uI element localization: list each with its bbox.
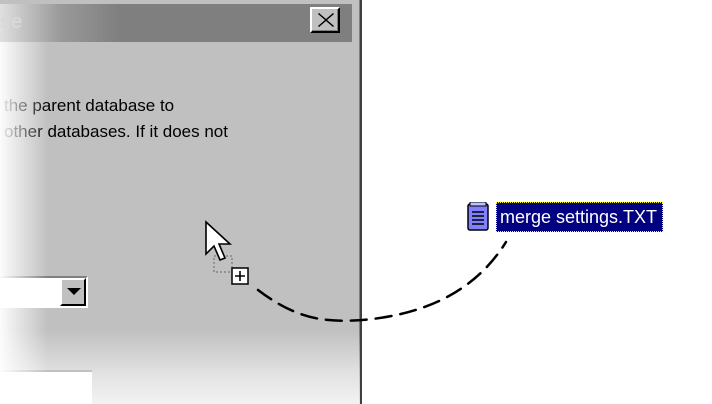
dialog-window: se the parent database to other database…: [0, 0, 362, 404]
dropdown-button[interactable]: [60, 278, 86, 306]
database-dropdown[interactable]: [0, 276, 88, 308]
dialog-description: the parent database to other databases. …: [0, 93, 345, 145]
text-file-icon: [467, 202, 489, 231]
close-button[interactable]: [310, 7, 340, 33]
description-line-2: other databases. If it does not: [4, 122, 228, 141]
dialog-title: se: [0, 11, 23, 33]
file-item[interactable]: merge settings.TXT: [466, 200, 664, 234]
arrow-copy-cursor-icon: [205, 220, 249, 285]
text-field[interactable]: [0, 370, 92, 404]
description-line-1: the parent database to: [4, 96, 175, 115]
dialog-titlebar[interactable]: se: [0, 4, 352, 42]
chevron-down-icon: [67, 288, 81, 295]
file-name-label: merge settings.TXT: [496, 202, 664, 232]
close-icon: [318, 13, 334, 27]
